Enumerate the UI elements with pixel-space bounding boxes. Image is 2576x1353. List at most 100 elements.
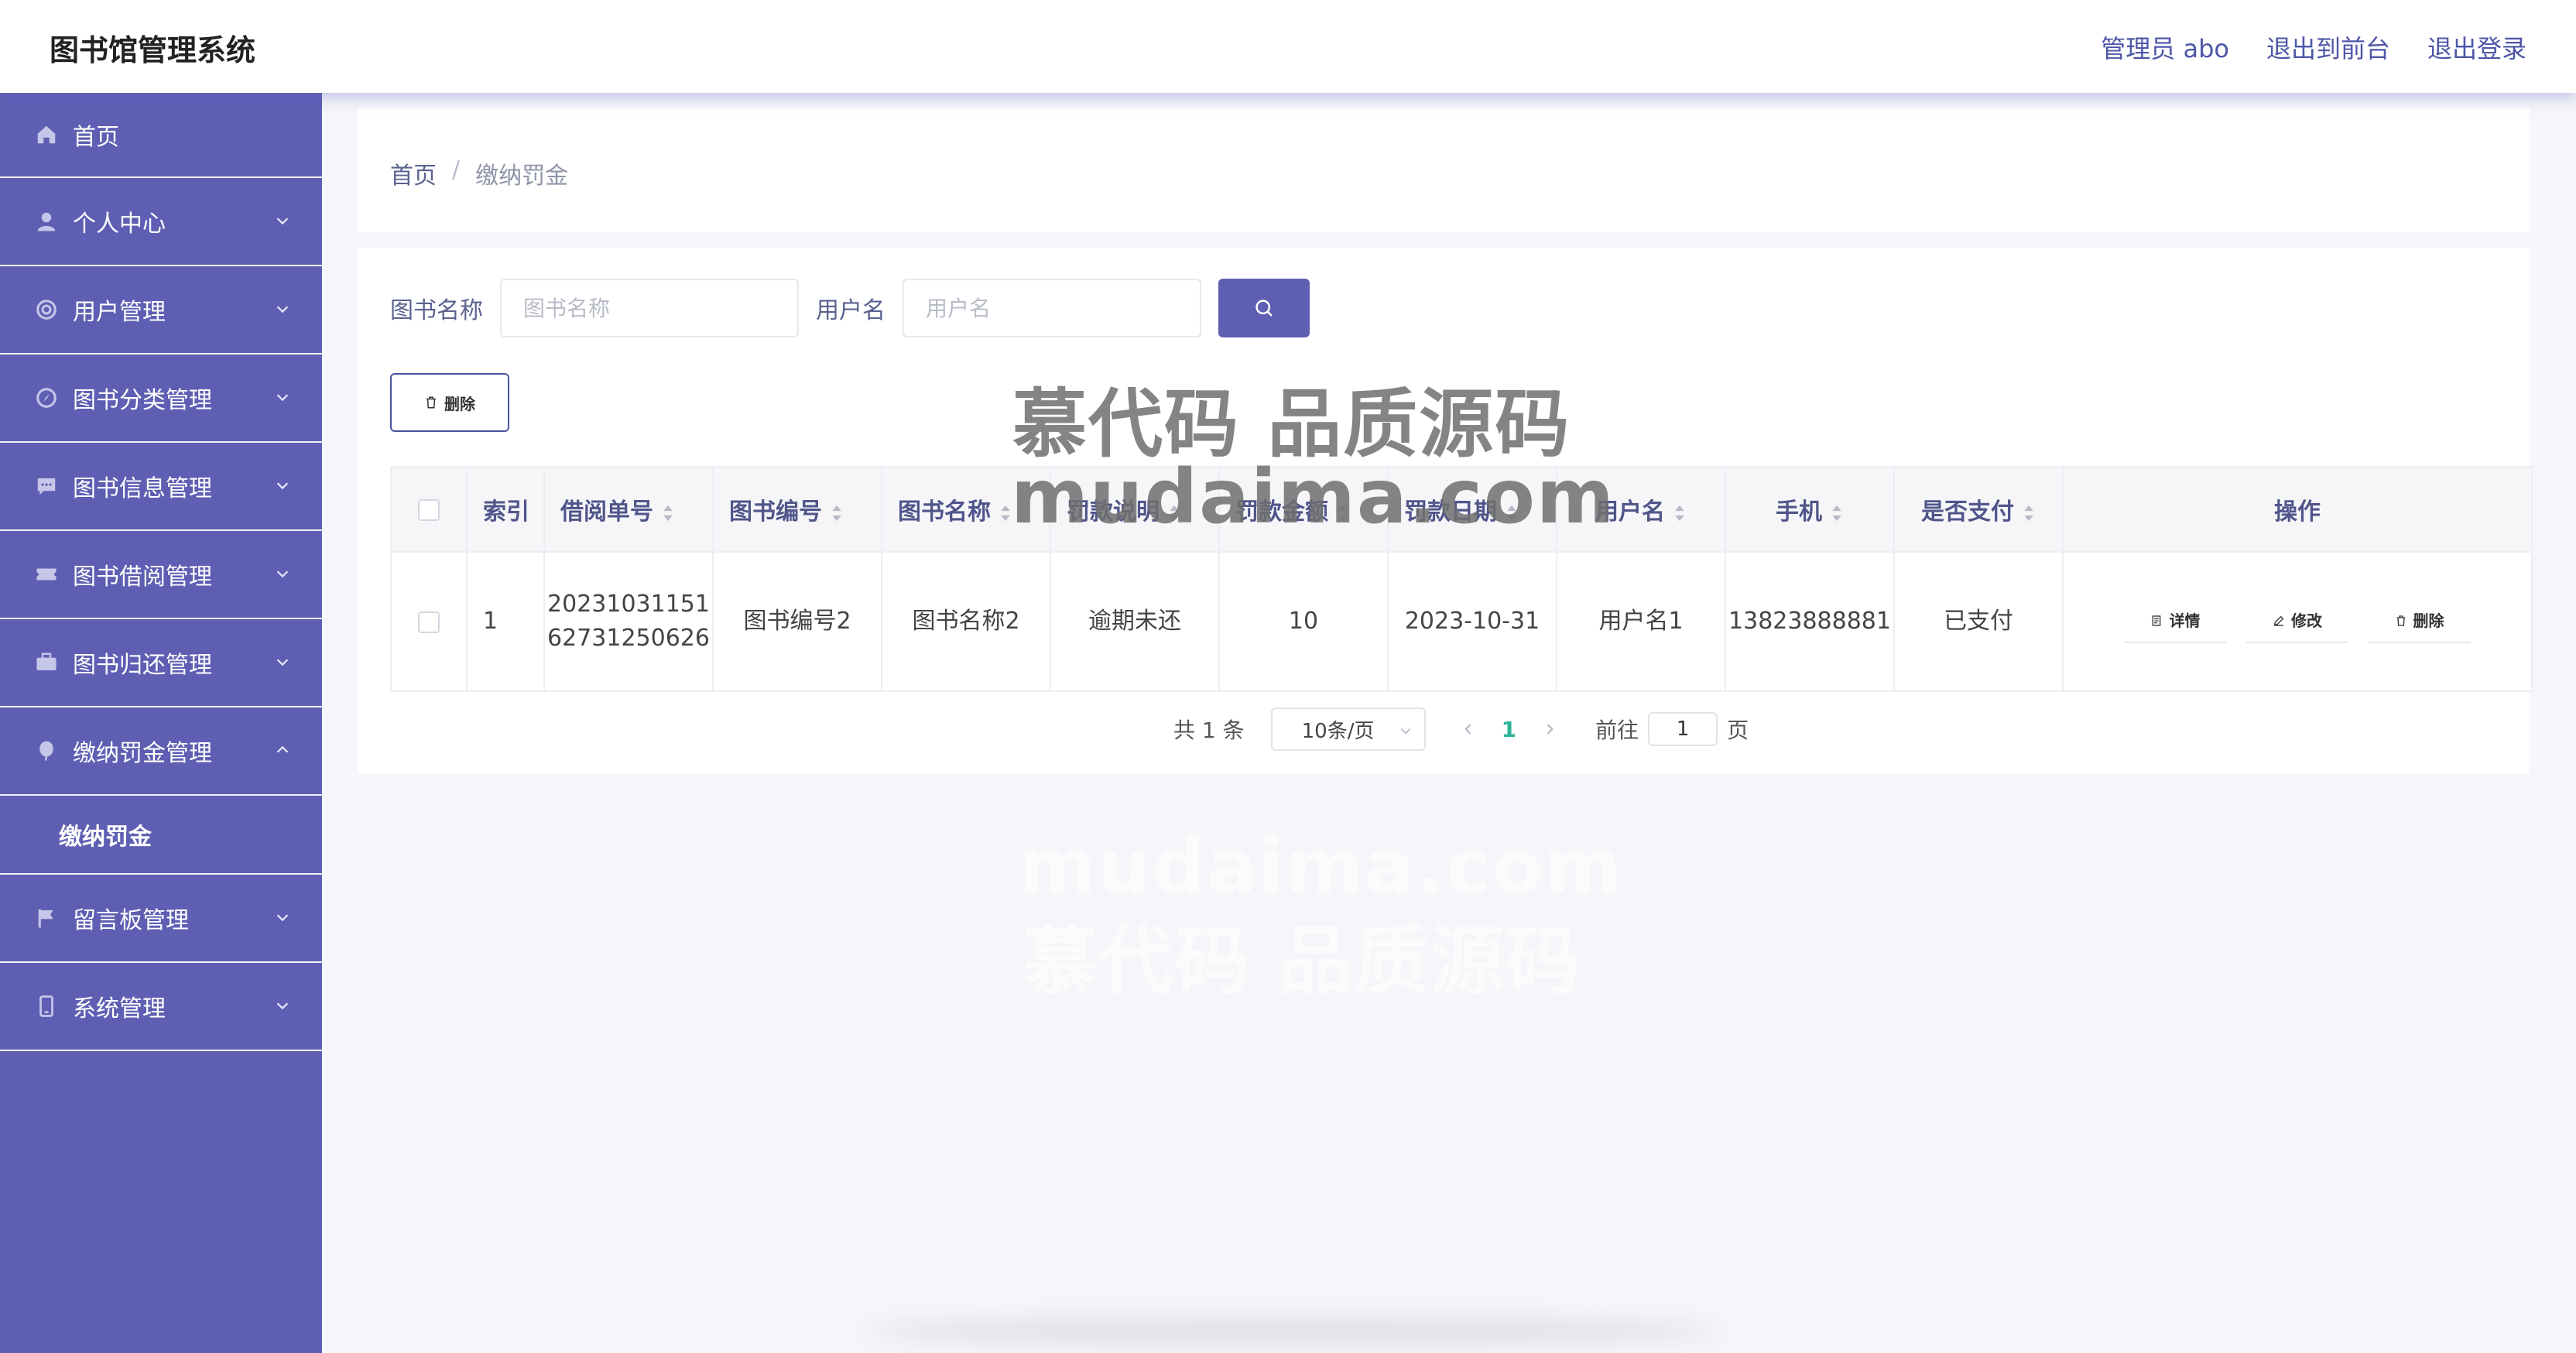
watermark-text: mudaima.com [1011, 454, 1615, 540]
admin-user-link[interactable]: 管理员 abo [2101, 29, 2229, 65]
header-label: 手机 [1776, 498, 1822, 526]
sidebar-item-label: 图书信息管理 [73, 475, 212, 502]
page-suffix: 页 [1727, 718, 1749, 743]
select-all-checkbox[interactable] [418, 499, 440, 521]
header-index: 索引 [466, 466, 545, 553]
chevron-down-icon [276, 659, 289, 666]
cell-username: 用户名1 [1556, 551, 1726, 692]
balloon-icon [34, 738, 59, 763]
header-label: 借阅单号 [560, 498, 653, 526]
chevron-down-icon [276, 218, 289, 225]
sort-icon [2024, 505, 2033, 521]
book-name-label: 图书名称 [390, 297, 483, 324]
bulk-delete-button[interactable]: 删除 [390, 373, 509, 432]
breadcrumb-home[interactable]: 首页 [390, 156, 437, 190]
sidebar-item-label: 图书借阅管理 [73, 563, 212, 591]
table-row: 1 20231031151 62731250626 图书编号2 图书名称2 逾期未… [390, 551, 2533, 692]
search-icon [1255, 300, 1273, 317]
chevron-down-icon [1400, 728, 1411, 735]
pagination-total: 共 1 条 [1173, 718, 1245, 743]
phone-icon [34, 994, 59, 1019]
user-icon [34, 209, 59, 234]
sidebar-item-system[interactable]: 系统管理 [0, 963, 322, 1051]
sidebar-item-label: 图书归还管理 [73, 652, 212, 679]
flag-icon [34, 906, 59, 930]
bulk-delete-label: 删除 [444, 394, 475, 413]
trash-icon [2396, 615, 2405, 626]
sort-icon [1832, 505, 1841, 521]
detail-button[interactable]: 详情 [2124, 600, 2227, 643]
search-button[interactable] [1218, 279, 1310, 337]
sidebar-item-label: 用户管理 [73, 299, 166, 326]
prev-page-button[interactable] [1457, 718, 1480, 741]
chevron-right-icon [1547, 724, 1553, 735]
sort-icon [1675, 505, 1684, 521]
borrow-no-line: 20231031151 [547, 591, 710, 618]
sidebar-item-label: 留言板管理 [73, 907, 189, 934]
header-label: 图书编号 [729, 498, 822, 526]
sidebar-subitem-fine[interactable]: 缴纳罚金 [0, 796, 322, 875]
chevron-down-icon [276, 1002, 289, 1010]
sidebar-item-fine-payment[interactable]: 缴纳罚金管理 [0, 707, 322, 796]
goto-label: 前往 [1595, 718, 1639, 743]
book-name-input[interactable] [500, 279, 799, 337]
edit-label: 修改 [2291, 611, 2322, 630]
header-paid[interactable]: 是否支付 [1893, 466, 2064, 553]
borrow-no-line: 62731250626 [547, 625, 710, 652]
header-label: 图书名称 [898, 498, 991, 526]
username-label: 用户名 [816, 297, 886, 324]
chevron-down-icon [276, 482, 289, 490]
sidebar-item-users[interactable]: 用户管理 [0, 266, 322, 355]
header-book-no[interactable]: 图书编号 [712, 466, 882, 553]
cell-fine-desc: 逾期未还 [1050, 551, 1220, 692]
delete-row-label: 删除 [2413, 611, 2444, 630]
sidebar-item-message-board[interactable]: 留言板管理 [0, 875, 322, 963]
page-size-select[interactable]: 10条/页 [1270, 707, 1426, 751]
cell-fine-amount: 10 [1218, 551, 1389, 692]
logout-link[interactable]: 退出登录 [2427, 29, 2526, 65]
home-icon [34, 122, 59, 147]
chevron-down-icon [276, 570, 289, 578]
ticket-icon [34, 562, 59, 587]
message-icon [34, 474, 59, 498]
username-input[interactable] [903, 279, 1201, 337]
cell-book-no: 图书编号2 [712, 551, 882, 692]
sidebar-item-book-category[interactable]: 图书分类管理 [0, 355, 322, 443]
cell-fine-date: 2023-10-31 [1387, 551, 1557, 692]
row-checkbox[interactable] [418, 611, 440, 633]
sidebar-item-label: 个人中心 [73, 211, 166, 238]
goto-page-input[interactable] [1648, 712, 1718, 746]
exit-to-front-link[interactable]: 退出到前台 [2266, 29, 2390, 65]
sidebar-item-book-return[interactable]: 图书归还管理 [0, 619, 322, 707]
sidebar-item-book-borrow[interactable]: 图书借阅管理 [0, 531, 322, 619]
chevron-down-icon [276, 306, 289, 313]
delete-row-button[interactable]: 删除 [2368, 600, 2471, 643]
cell-index: 1 [466, 551, 545, 692]
header-phone[interactable]: 手机 [1725, 466, 1895, 553]
sidebar-item-label: 缴纳罚金管理 [73, 740, 212, 767]
users-icon [34, 297, 59, 322]
breadcrumb-current: 缴纳罚金 [475, 163, 569, 190]
sidebar-item-profile[interactable]: 个人中心 [0, 178, 322, 266]
header-ops: 操作 [2062, 466, 2533, 553]
top-header: 图书馆管理系统 管理员 abo 退出到前台 退出登录 [0, 0, 2576, 93]
page-number-current[interactable]: 1 [1502, 717, 1516, 742]
chevron-left-icon [1464, 724, 1471, 735]
breadcrumb-separator: / [452, 156, 461, 183]
next-page-button[interactable] [1538, 718, 1561, 741]
chevron-up-icon [276, 745, 289, 753]
cell-borrow-no: 20231031151 62731250626 [543, 551, 714, 692]
header-label: 是否支付 [1921, 498, 2014, 526]
sidebar-item-label: 系统管理 [73, 995, 166, 1022]
compass-icon [34, 385, 59, 410]
sidebar-item-home[interactable]: 首页 [0, 93, 322, 178]
cell-ops: 详情 修改 删除 [2062, 551, 2533, 692]
edit-button[interactable]: 修改 [2246, 600, 2348, 643]
watermark-text: 慕代码 品质源码 [1023, 918, 1582, 1005]
cell-paid: 已支付 [1893, 551, 2064, 692]
breadcrumb-card: 首页 / 缴纳罚金 [358, 108, 2530, 232]
trash-icon [426, 396, 436, 409]
sidebar-item-book-info[interactable]: 图书信息管理 [0, 443, 322, 531]
header-borrow-no[interactable]: 借阅单号 [543, 466, 714, 553]
app-title: 图书馆管理系统 [50, 33, 256, 67]
